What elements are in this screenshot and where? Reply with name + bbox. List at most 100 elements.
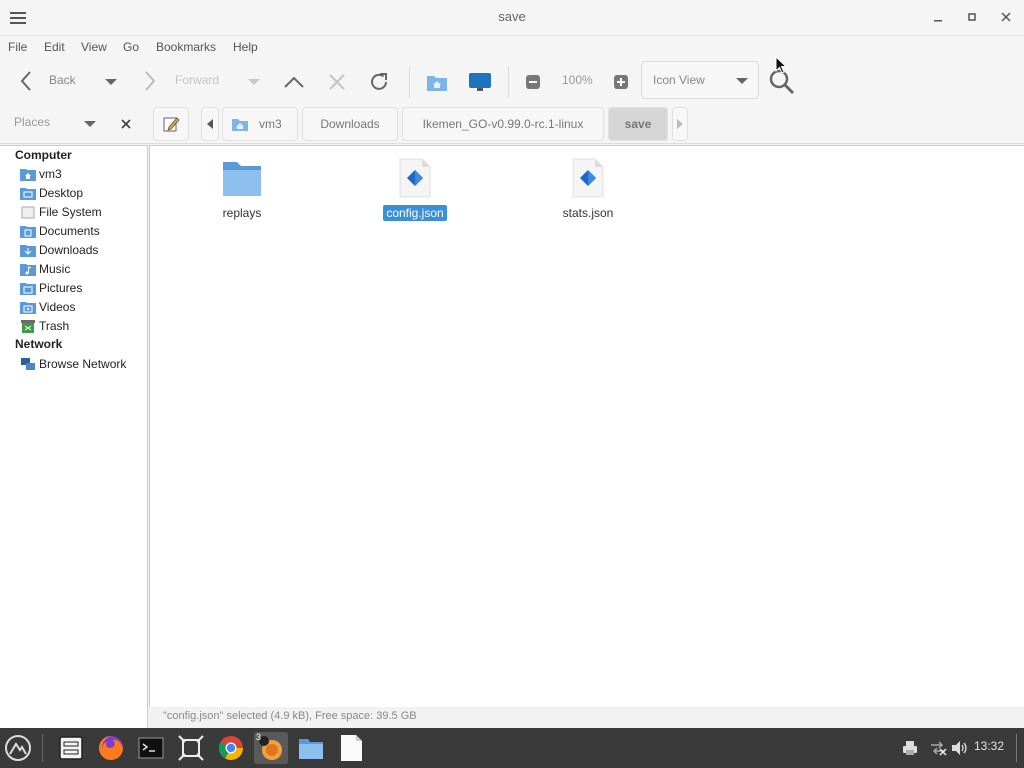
sidebar-item-videos[interactable]: Videos — [20, 297, 75, 316]
file-view[interactable]: replays config.json stats.json — [149, 145, 1024, 707]
places-dropdown-icon[interactable] — [84, 121, 96, 127]
sidebar-item-browse-network[interactable]: Browse Network — [20, 354, 126, 373]
sidebar-item-documents[interactable]: Documents — [20, 221, 100, 240]
file-name: config.json — [383, 205, 447, 221]
taskbar: 3 13:32 — [0, 728, 1024, 768]
menu-view[interactable]: View — [81, 40, 107, 54]
breadcrumb-label: Downloads — [320, 117, 380, 131]
menu-help[interactable]: Help — [233, 40, 258, 54]
status-bar: "config.json" selected (4.9 kB), Free sp… — [149, 707, 1024, 728]
volume-icon[interactable] — [951, 740, 969, 759]
desktop-folder-icon — [20, 187, 36, 200]
close-icon — [121, 119, 131, 129]
file-name: replays — [222, 206, 262, 220]
view-mode-value: Icon View — [653, 73, 705, 87]
sidebar-item-file-system[interactable]: File System — [20, 202, 102, 221]
sidebar-item-vm3[interactable]: vm3 — [20, 164, 62, 183]
file-item-stats-json[interactable]: stats.json — [533, 158, 643, 221]
close-button[interactable] — [994, 8, 1018, 28]
places-sidebar: Computer vm3 Desktop File System Documen… — [0, 145, 148, 728]
sidebar-item-label: Music — [39, 261, 71, 276]
breadcrumb-vm3[interactable]: vm3 — [222, 107, 298, 141]
breadcrumb-downloads[interactable]: Downloads — [302, 107, 398, 141]
maximize-button[interactable] — [960, 8, 984, 28]
clock[interactable]: 13:32 — [974, 739, 1004, 753]
forward-history-dropdown-icon[interactable] — [248, 79, 260, 85]
back-history-dropdown-icon[interactable] — [105, 79, 117, 85]
taskbar-folder[interactable] — [295, 732, 327, 764]
menu-file[interactable]: File — [8, 40, 27, 54]
sidebar-item-desktop[interactable]: Desktop — [20, 183, 83, 202]
toolbar-separator — [409, 66, 410, 98]
view-mode-dropdown-icon[interactable] — [736, 78, 748, 84]
stop-button[interactable] — [325, 70, 349, 94]
file-item-config-json[interactable]: config.json — [360, 158, 470, 221]
minus-icon — [526, 75, 540, 89]
back-label[interactable]: Back — [49, 73, 76, 87]
edit-location-button[interactable] — [153, 107, 189, 141]
breadcrumb-label: vm3 — [259, 117, 282, 131]
computer-button[interactable] — [467, 69, 493, 95]
sidebar-header-network: Network — [15, 337, 63, 351]
back-arrow-icon — [20, 71, 31, 91]
zoom-in-button[interactable] — [613, 74, 629, 90]
plus-icon — [614, 75, 628, 89]
music-folder-icon — [20, 263, 36, 276]
zoom-out-button[interactable] — [525, 74, 541, 90]
sidebar-item-label: vm3 — [39, 166, 62, 181]
window-title: save — [498, 9, 526, 24]
network-disconnected-icon[interactable] — [929, 740, 947, 759]
json-file-icon — [399, 158, 431, 198]
menu-edit[interactable]: Edit — [44, 40, 65, 54]
home-folder-icon — [20, 168, 36, 181]
breadcrumb-ikemen[interactable]: Ikemen_GO-v0.99.0-rc.1-linux — [402, 107, 604, 141]
reload-button[interactable] — [366, 69, 392, 95]
taskbar-chrome[interactable] — [215, 732, 247, 764]
taskbar-screenshot-tool[interactable] — [175, 732, 207, 764]
json-file-icon — [572, 158, 604, 198]
maximize-icon — [968, 13, 976, 21]
toolbar: Back Forward 100% Icon View — [0, 58, 1024, 104]
sidebar-item-pictures[interactable]: Pictures — [20, 278, 82, 297]
taskbar-text-editor[interactable] — [335, 732, 367, 764]
notification-badge: 3 — [256, 732, 262, 742]
breadcrumb-label: Ikemen_GO-v0.99.0-rc.1-linux — [422, 117, 584, 131]
videos-folder-icon — [20, 301, 36, 314]
minimize-button[interactable] — [926, 8, 950, 28]
sidebar-item-label: Downloads — [39, 242, 99, 257]
breadcrumb-scroll-right[interactable] — [672, 107, 688, 141]
show-desktop-divider[interactable] — [1016, 734, 1017, 762]
folder-icon — [223, 162, 261, 196]
game-app-icon — [259, 736, 282, 760]
start-menu-button[interactable] — [2, 732, 34, 764]
triangle-right-icon — [677, 119, 683, 129]
forward-label[interactable]: Forward — [175, 73, 219, 87]
taskbar-ikemen-game[interactable]: 3 — [254, 732, 288, 764]
breadcrumb-save[interactable]: save — [608, 107, 668, 141]
sidebar-item-music[interactable]: Music — [20, 259, 70, 278]
zoom-level: 100% — [562, 73, 593, 87]
menu-bookmarks[interactable]: Bookmarks — [156, 40, 216, 54]
terminal-icon — [138, 737, 164, 759]
sidebar-item-trash[interactable]: Trash — [20, 316, 69, 335]
printer-icon[interactable] — [902, 740, 918, 759]
menu-go[interactable]: Go — [123, 40, 139, 54]
hamburger-menu-icon[interactable] — [8, 9, 28, 27]
taskbar-firefox[interactable] — [95, 732, 127, 764]
up-button[interactable] — [281, 70, 307, 94]
triangle-left-icon — [207, 119, 213, 129]
close-sidebar-button[interactable] — [119, 117, 133, 131]
breadcrumb-label: save — [624, 117, 652, 131]
taskbar-file-manager[interactable] — [55, 732, 87, 764]
breadcrumb-scroll-left[interactable] — [201, 107, 219, 141]
computer-monitor-icon — [469, 73, 491, 91]
taskbar-terminal[interactable] — [135, 732, 167, 764]
minimize-icon — [934, 20, 942, 22]
sidebar-item-downloads[interactable]: Downloads — [20, 240, 98, 259]
forward-button[interactable] — [138, 68, 162, 94]
home-button[interactable] — [424, 70, 450, 94]
documents-folder-icon — [20, 225, 36, 238]
file-item-replays[interactable]: replays — [187, 158, 297, 221]
back-button[interactable] — [14, 68, 38, 94]
places-label: Places — [14, 115, 51, 129]
